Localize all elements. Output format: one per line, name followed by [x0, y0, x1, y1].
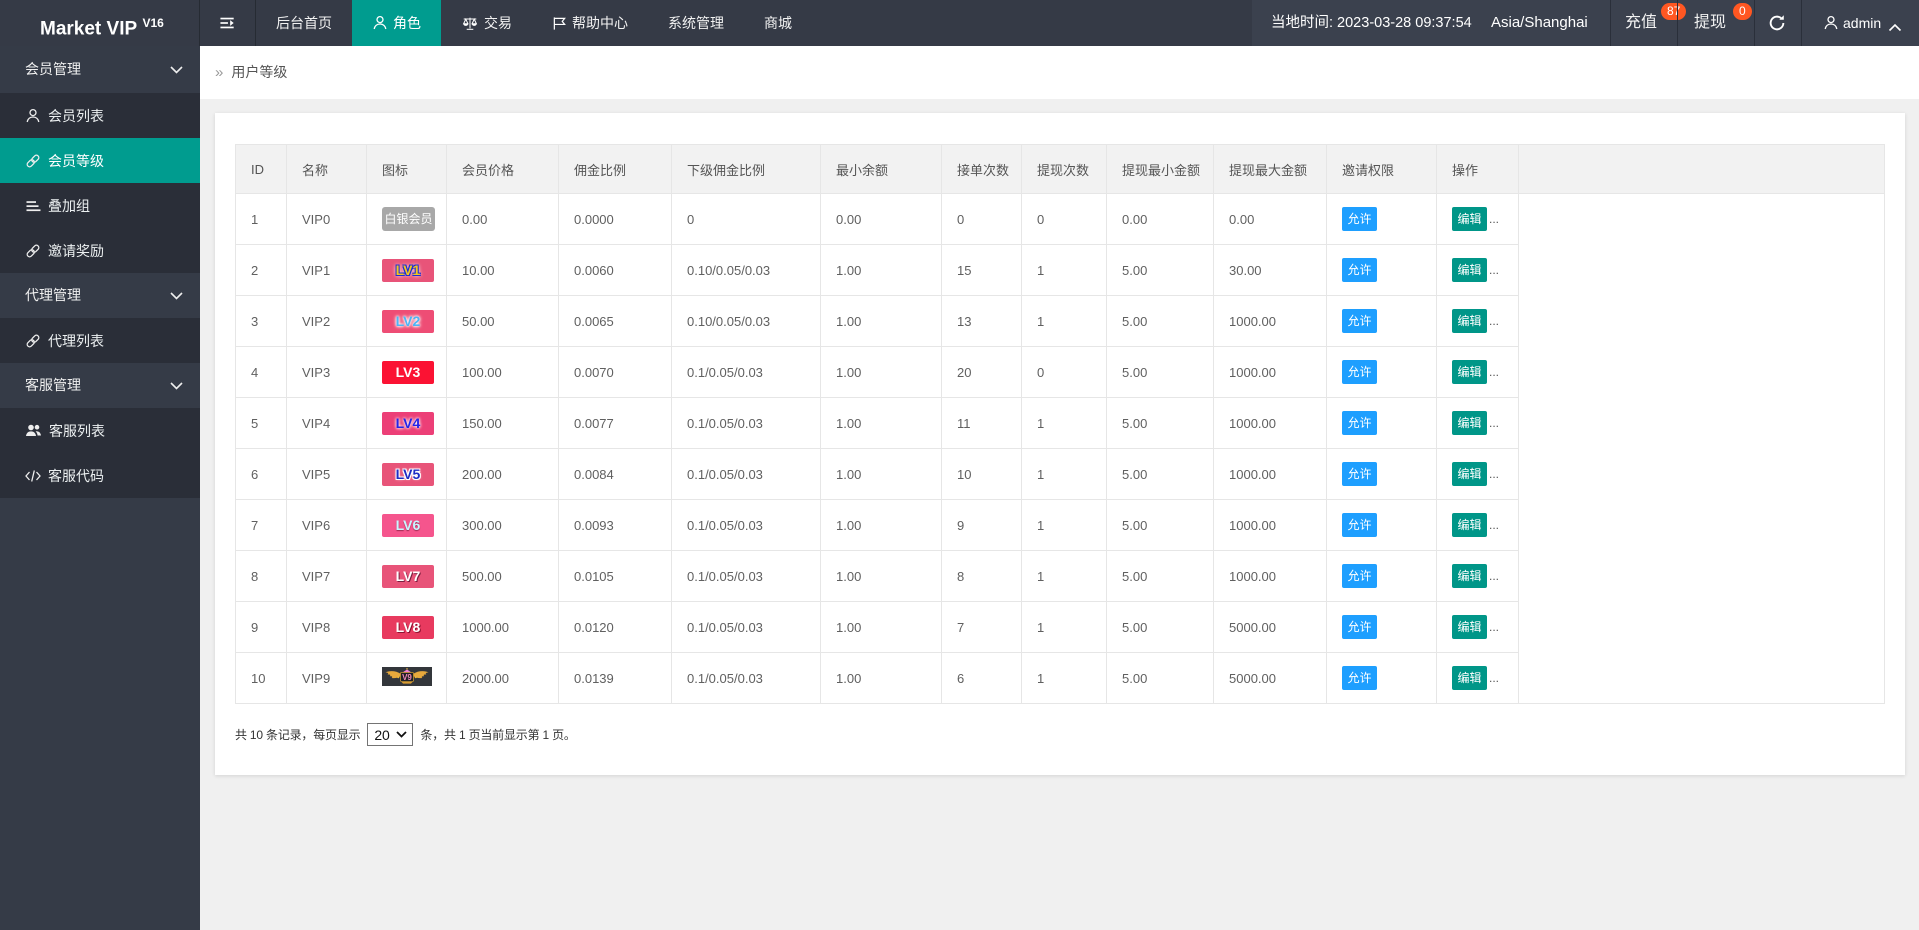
- svg-text:V9: V9: [402, 673, 412, 682]
